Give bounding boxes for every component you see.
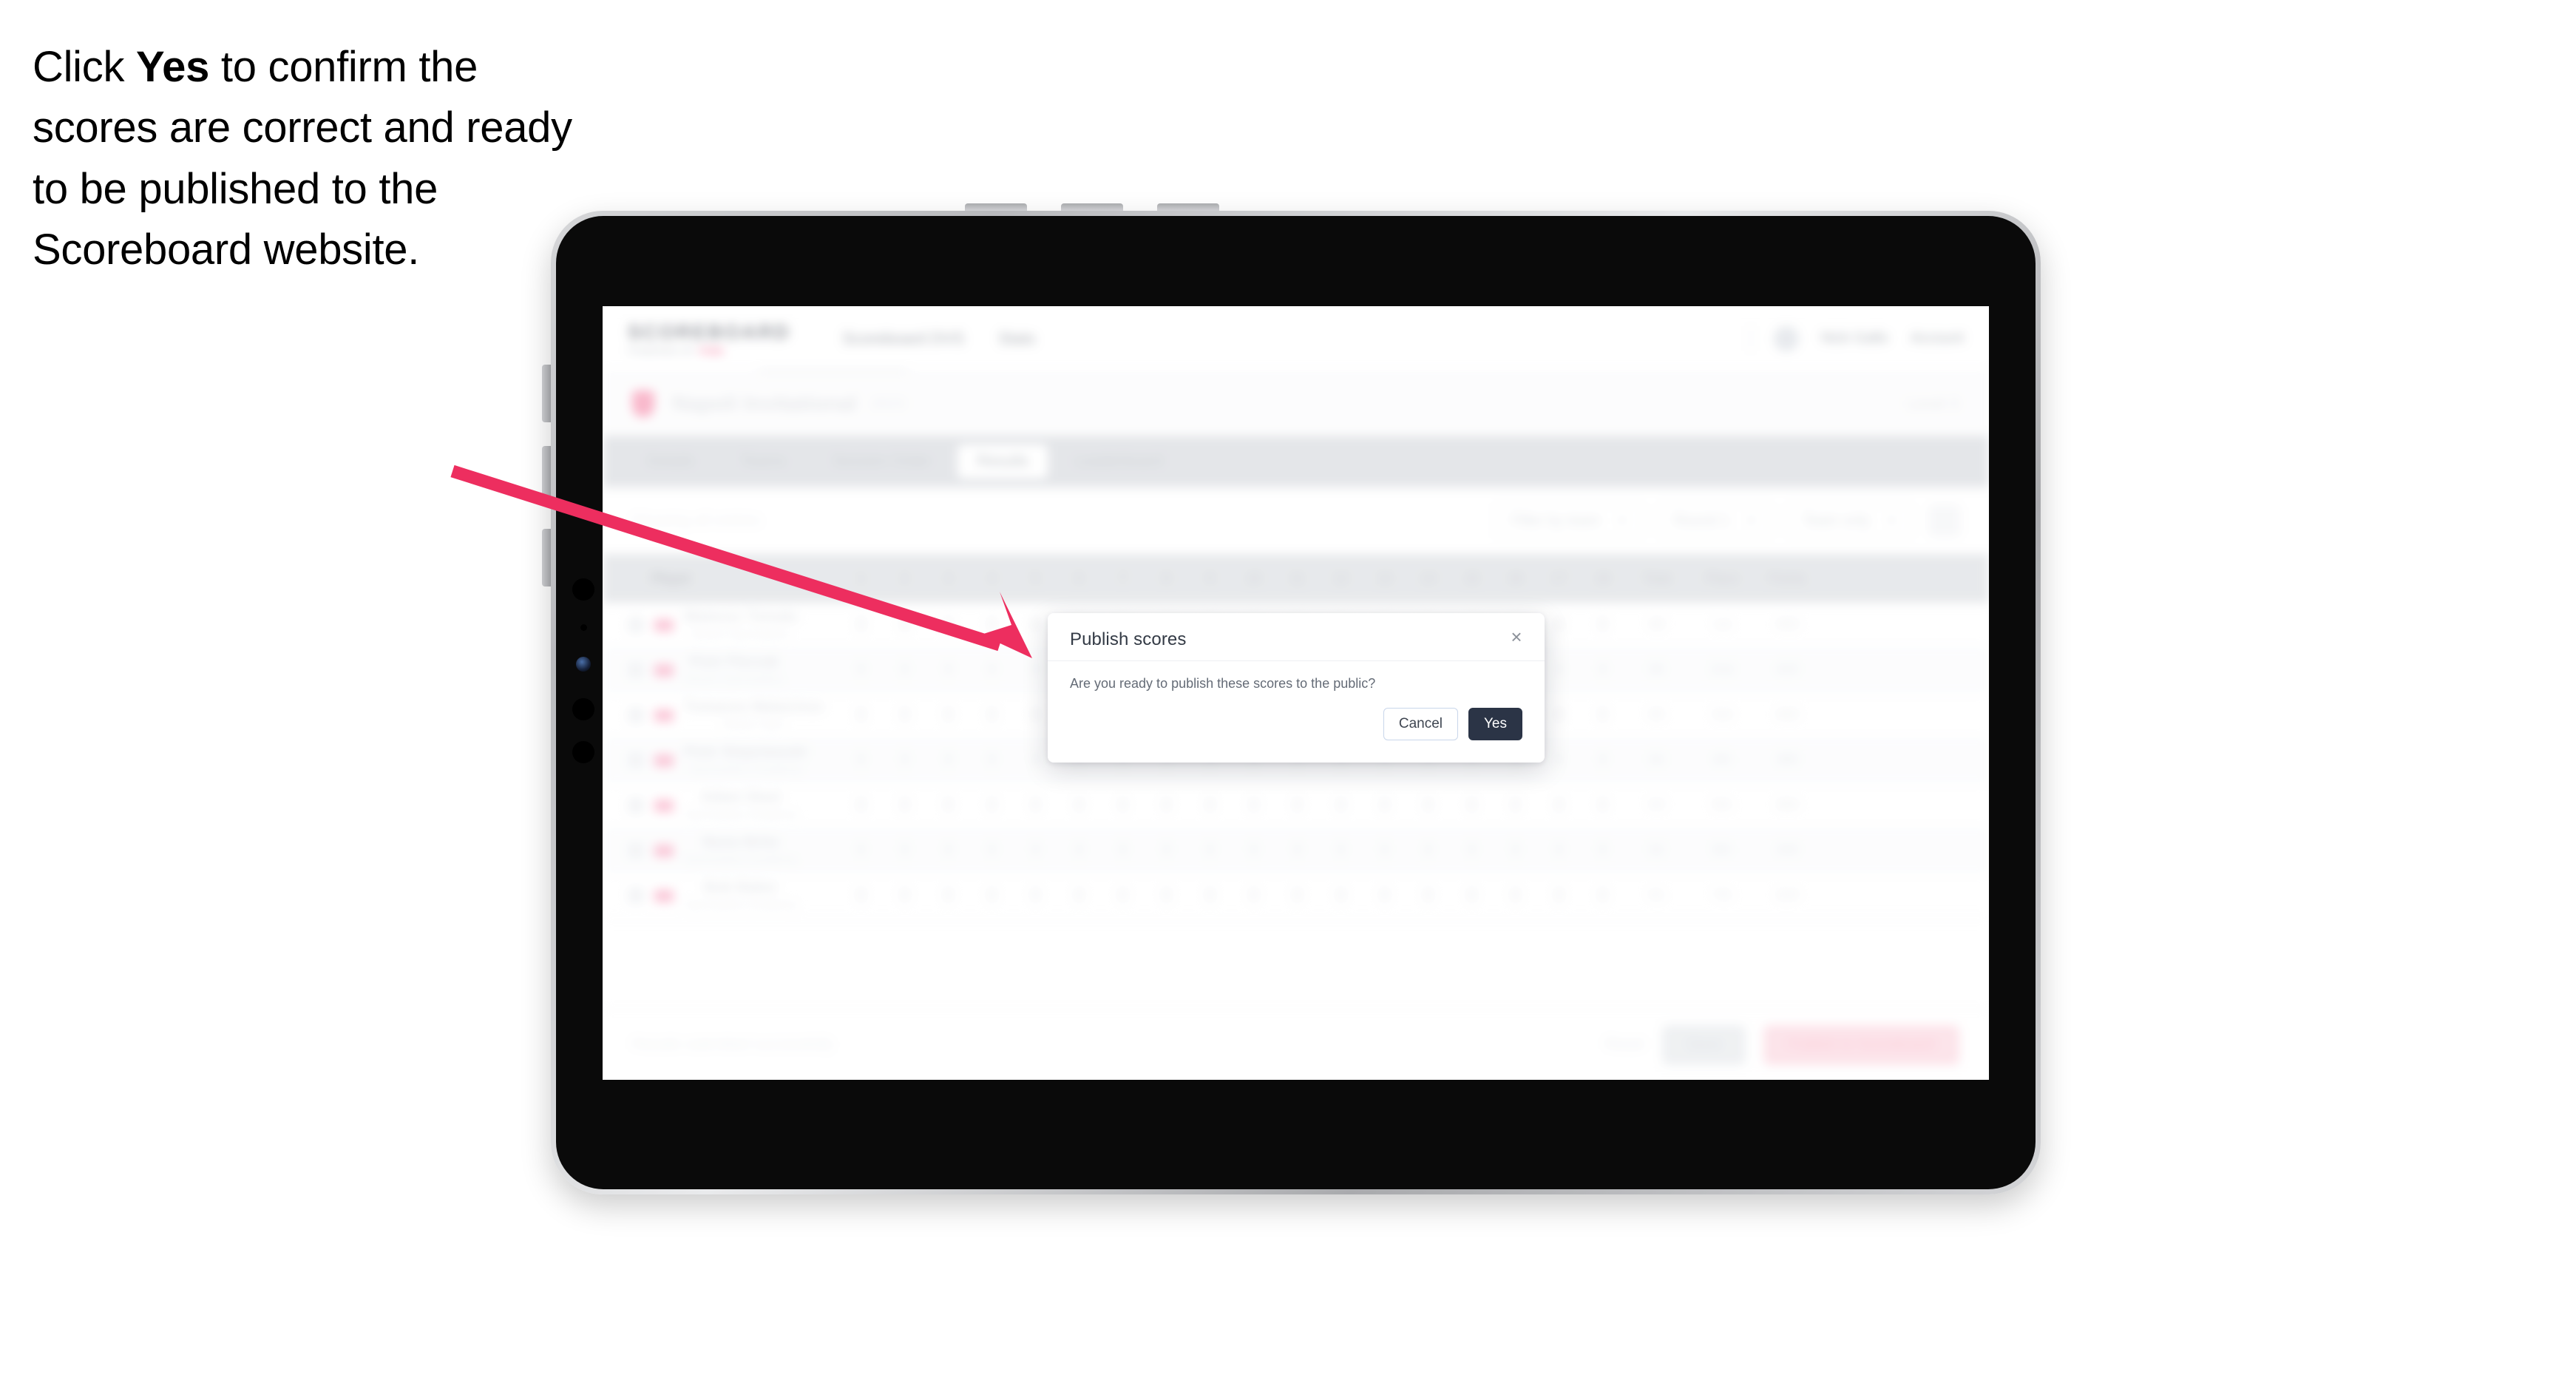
volume-down-button[interactable] (542, 446, 551, 504)
close-icon[interactable]: × (1506, 626, 1527, 647)
publish-scores-dialog: Publish scores × Are you ready to publis… (1048, 613, 1545, 763)
screenshot-canvas: Click Yes to confirm the scores are corr… (0, 0, 2576, 1386)
sensor-dot-2-icon (572, 741, 594, 763)
caption-bold-term: Yes (135, 43, 210, 91)
dialog-title: Publish scores (1070, 629, 1187, 649)
dialog-body: Are you ready to publish these scores to… (1048, 661, 1545, 692)
top-button-2 (1061, 203, 1123, 211)
dialog-actions: Cancel Yes (1048, 692, 1545, 740)
caption-prefix: Click (33, 43, 136, 91)
instruction-caption: Click Yes to confirm the scores are corr… (33, 37, 594, 280)
yes-button[interactable]: Yes (1468, 708, 1522, 740)
top-button-3 (1157, 203, 1219, 211)
dialog-message: Are you ready to publish these scores to… (1070, 676, 1376, 691)
power-button[interactable] (542, 529, 551, 586)
sensor-dot-icon (572, 698, 594, 720)
dialog-header: Publish scores × (1048, 613, 1545, 661)
lens-icon (576, 657, 591, 672)
cancel-button[interactable]: Cancel (1383, 708, 1458, 740)
volume-up-button[interactable] (542, 365, 551, 422)
front-camera-icon (572, 578, 594, 601)
top-button-1 (965, 203, 1027, 211)
ambient-sensor-icon (580, 624, 587, 631)
